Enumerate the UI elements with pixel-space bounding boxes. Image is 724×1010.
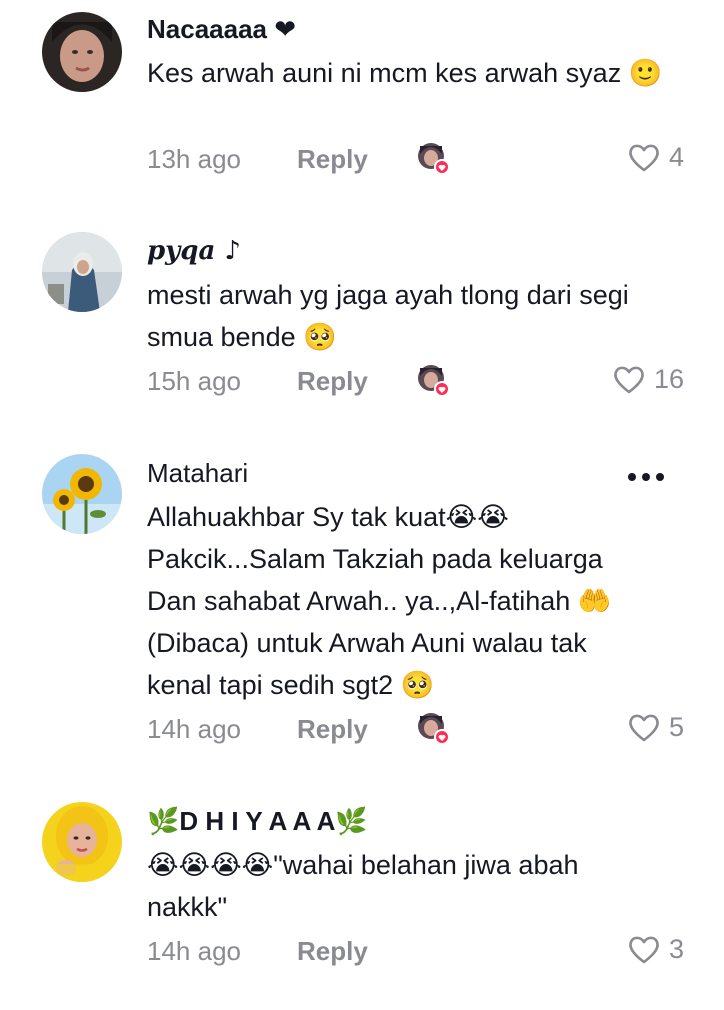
timestamp: 15h ago	[147, 366, 241, 396]
username[interactable]: Matahari	[147, 458, 248, 489]
username[interactable]: Nacaaaaa ❤	[147, 14, 296, 45]
heart-outline-icon	[614, 366, 644, 393]
heart-outline-icon	[629, 144, 659, 171]
reply-button[interactable]: Reply	[297, 714, 368, 745]
user-avatar[interactable]	[42, 232, 122, 312]
heart-outline-icon	[629, 714, 659, 741]
timestamp: 13h ago	[147, 144, 241, 174]
like-count: 4	[668, 142, 684, 172]
like-count: 5	[668, 712, 684, 742]
user-avatar[interactable]	[42, 802, 122, 882]
username[interactable]: 🌿D H I Y A A A🌿	[147, 806, 368, 837]
user-avatar[interactable]	[42, 12, 122, 92]
timestamp: 14h ago	[147, 714, 241, 744]
creator-liked-avatar-icon	[417, 712, 450, 745]
heart-outline-icon	[629, 936, 659, 963]
like-button[interactable]: 4	[627, 142, 684, 173]
comment-meta: 13h ago Reply 4	[147, 138, 684, 182]
reply-button[interactable]: Reply	[297, 366, 368, 397]
like-count: 16	[653, 364, 684, 394]
like-button[interactable]: 3	[627, 934, 684, 965]
comment-meta: 14h ago Reply 3	[147, 930, 684, 974]
comment-text: 😭😭😭😭"wahai belahan jiwa abah nakkk"	[147, 850, 579, 922]
comment-text: mesti arwah yg jaga ayah tlong dari segi…	[147, 280, 629, 352]
comment-meta: 15h ago Reply 16	[147, 360, 684, 404]
creator-liked-avatar-icon	[417, 364, 450, 397]
like-count: 3	[668, 934, 684, 964]
reply-button[interactable]: Reply	[297, 144, 368, 175]
user-avatar[interactable]	[42, 454, 122, 534]
timestamp: 14h ago	[147, 936, 241, 966]
like-button[interactable]: 16	[612, 364, 684, 395]
more-options-icon[interactable]	[626, 470, 666, 484]
comment-meta: 14h ago Reply 5	[147, 708, 684, 752]
username[interactable]: 𝒑𝒚𝒒𝒂 ♪	[147, 236, 241, 266]
comment-text: Kes arwah auni ni mcm kes arwah syaz 🙂	[147, 58, 663, 88]
comment-text: Allahuakhbar Sy tak kuat😭😭 Pakcik...Sala…	[147, 502, 612, 700]
reply-button[interactable]: Reply	[297, 936, 368, 967]
like-button[interactable]: 5	[627, 712, 684, 743]
creator-liked-avatar-icon	[417, 142, 450, 175]
